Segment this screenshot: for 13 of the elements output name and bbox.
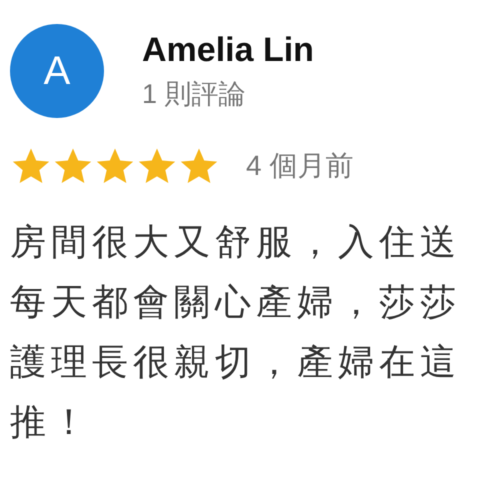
author-name: Amelia Lin [142,30,314,70]
star-icon [178,146,220,186]
star-icon [52,146,94,186]
review-text-line: 房間很大又舒服，入住送 [10,220,461,264]
review-text-line: 每天都會關心產婦，莎莎 [10,280,461,324]
review-text-line: 護理長很親切，產婦在這 [10,340,461,384]
avatar: A [10,24,104,118]
star-icon [94,146,136,186]
star-icon [10,146,52,186]
star-icon [136,146,178,186]
review-text-line: 推！ [10,400,92,444]
review-time: 4 個月前 [246,149,354,183]
review-count: 1 則評論 [142,78,247,111]
